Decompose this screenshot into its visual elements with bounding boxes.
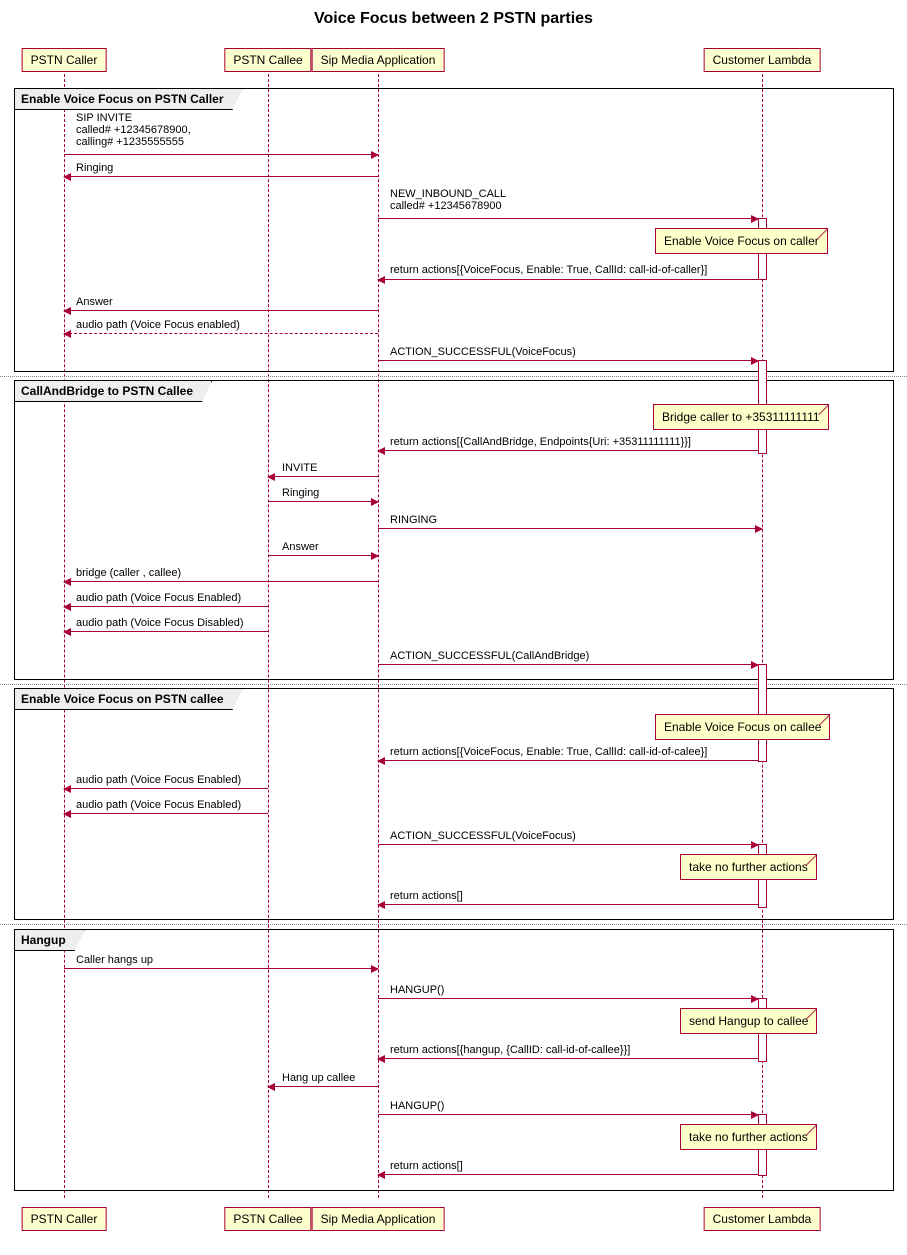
- group-label: CallAndBridge to PSTN Callee: [15, 381, 212, 402]
- arrow: [378, 904, 758, 905]
- arrow: [378, 664, 758, 665]
- arrow: [268, 1086, 378, 1087]
- note-bridge-caller: Bridge caller to +35311111111: [653, 404, 829, 430]
- msg-caller-hangs-up: Caller hangs up: [76, 954, 153, 966]
- msg-action-success-vf: ACTION_SUCCESSFUL(VoiceFocus): [390, 346, 576, 358]
- participant-sma-bottom: Sip Media Application: [312, 1207, 445, 1231]
- arrow: [64, 333, 378, 334]
- arrow: [378, 998, 758, 999]
- msg-return-empty: return actions[]: [390, 890, 463, 902]
- arrow: [268, 476, 378, 477]
- arrow: [378, 360, 758, 361]
- msg-ringing-event: RINGING: [390, 514, 437, 526]
- divider: [0, 376, 907, 377]
- msg-answer: Answer: [76, 296, 113, 308]
- note-enable-vf-callee: Enable Voice Focus on callee: [655, 714, 830, 740]
- participant-lambda-top: Customer Lambda: [704, 48, 821, 72]
- msg-return-vf-callee: return actions[{VoiceFocus, Enable: True…: [390, 746, 707, 758]
- msg-audio-path-enabled: audio path (Voice Focus enabled): [76, 319, 240, 331]
- group-label: Enable Voice Focus on PSTN callee: [15, 689, 243, 710]
- msg-action-success-vf2: ACTION_SUCCESSFUL(VoiceFocus): [390, 830, 576, 842]
- activation-lambda: [758, 664, 767, 762]
- arrow: [378, 1114, 758, 1115]
- arrow: [378, 760, 758, 761]
- msg-audio-enabled-3: audio path (Voice Focus Enabled): [76, 799, 241, 811]
- participant-caller-bottom: PSTN Caller: [22, 1207, 107, 1231]
- msg-invite: INVITE: [282, 462, 317, 474]
- arrow: [64, 813, 268, 814]
- msg-sip-invite: SIP INVITE called# +12345678900, calling…: [76, 112, 191, 148]
- participant-caller-top: PSTN Caller: [22, 48, 107, 72]
- diagram-title: Voice Focus between 2 PSTN parties: [0, 0, 907, 36]
- msg-hangup-event: HANGUP(): [390, 984, 444, 996]
- arrow: [64, 581, 378, 582]
- msg-bridge: bridge (caller , callee): [76, 567, 181, 579]
- note-send-hangup: send Hangup to callee: [680, 1008, 817, 1034]
- msg-answer-callee: Answer: [282, 541, 319, 553]
- arrow: [268, 555, 378, 556]
- participant-callee-top: PSTN Callee: [224, 48, 311, 72]
- arrow: [64, 154, 378, 155]
- msg-action-success-cab: ACTION_SUCCESSFUL(CallAndBridge): [390, 650, 589, 662]
- msg-return-callandbridge: return actions[{CallAndBridge, Endpoints…: [390, 436, 691, 448]
- group-label: Hangup: [15, 930, 85, 951]
- arrow: [64, 310, 378, 311]
- arrow: [64, 606, 268, 607]
- arrow: [378, 1058, 758, 1059]
- arrow: [268, 501, 378, 502]
- arrow: [378, 218, 758, 219]
- group-label: Enable Voice Focus on PSTN Caller: [15, 89, 243, 110]
- msg-audio-disabled: audio path (Voice Focus Disabled): [76, 617, 244, 629]
- msg-return-empty-2: return actions[]: [390, 1160, 463, 1172]
- divider: [0, 684, 907, 685]
- note-no-action-2: take no further actions: [680, 1124, 817, 1150]
- arrow: [64, 631, 268, 632]
- participant-lambda-bottom: Customer Lambda: [704, 1207, 821, 1231]
- participant-sma-top: Sip Media Application: [312, 48, 445, 72]
- arrow: [64, 176, 378, 177]
- msg-ringing-callee: Ringing: [282, 487, 319, 499]
- note-enable-vf-caller: Enable Voice Focus on caller: [655, 228, 828, 254]
- participant-callee-bottom: PSTN Callee: [224, 1207, 311, 1231]
- arrow: [378, 1174, 758, 1175]
- msg-audio-enabled-2: audio path (Voice Focus Enabled): [76, 774, 241, 786]
- arrow: [378, 844, 758, 845]
- arrow: [378, 450, 758, 451]
- msg-hangup-event-2: HANGUP(): [390, 1100, 444, 1112]
- sequence-diagram: PSTN Caller PSTN Callee Sip Media Applic…: [0, 36, 907, 1236]
- msg-return-vf-caller: return actions[{VoiceFocus, Enable: True…: [390, 264, 707, 276]
- msg-ringing: Ringing: [76, 162, 113, 174]
- arrow: [64, 968, 378, 969]
- arrow: [378, 528, 762, 529]
- divider: [0, 924, 907, 925]
- arrow: [378, 279, 758, 280]
- msg-new-inbound: NEW_INBOUND_CALL called# +12345678900: [390, 188, 506, 212]
- msg-return-hangup: return actions[{hangup, {CallID: call-id…: [390, 1044, 630, 1056]
- arrow: [64, 788, 268, 789]
- msg-hang-up-callee: Hang up callee: [282, 1072, 355, 1084]
- msg-audio-enabled: audio path (Voice Focus Enabled): [76, 592, 241, 604]
- note-no-action: take no further actions: [680, 854, 817, 880]
